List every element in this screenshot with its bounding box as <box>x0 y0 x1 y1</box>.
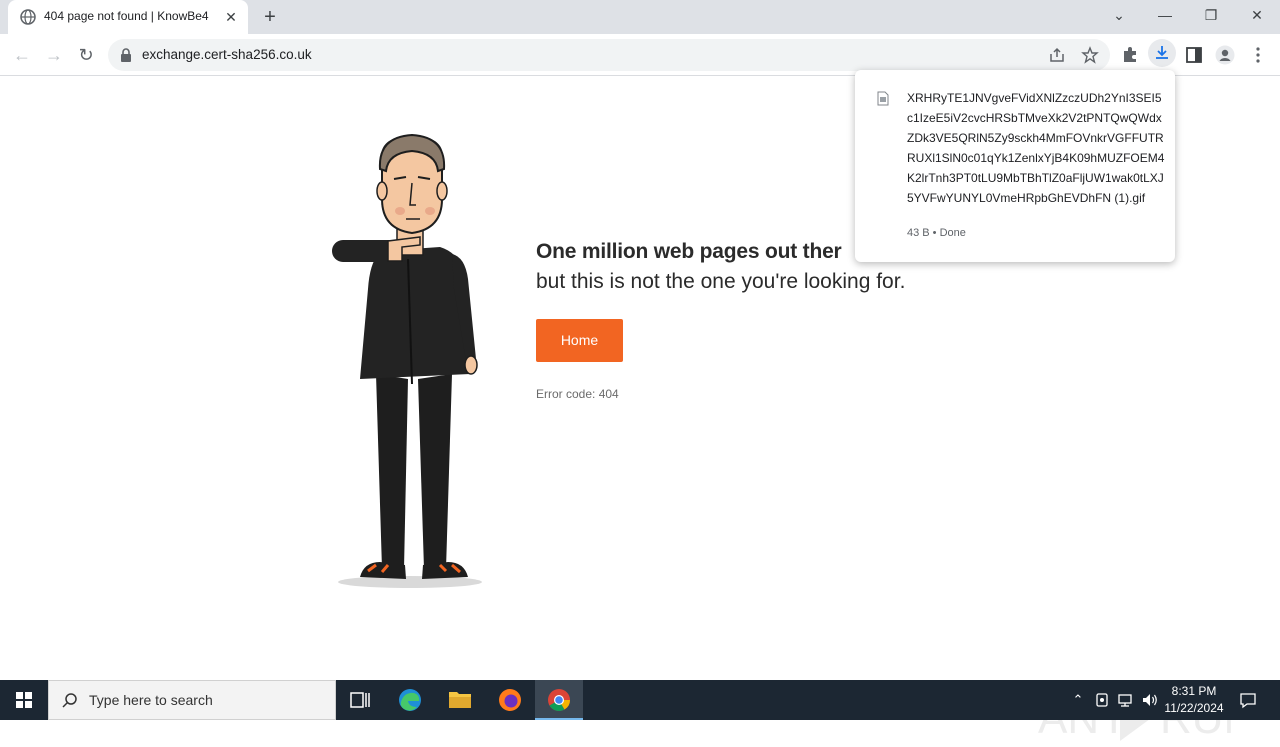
taskbar-clock[interactable]: 8:31 PM 11/22/2024 <box>1158 683 1230 717</box>
tab-title: 404 page not found | KnowBe4 <box>44 9 209 23</box>
tab-strip: 404 page not found | KnowBe4 ✕ + ⌄ — ❐ ✕ <box>0 0 1280 34</box>
file-explorer-icon[interactable] <box>436 680 484 720</box>
page-headline: One million web pages out ther <box>536 240 842 263</box>
tray-device-icon[interactable] <box>1092 690 1112 710</box>
forward-button[interactable]: → <box>42 43 66 67</box>
menu-kebab-icon[interactable] <box>1248 45 1268 65</box>
search-placeholder: Type here to search <box>89 692 213 708</box>
tray-chevron-up-icon[interactable]: ⌃ <box>1068 690 1088 710</box>
edge-browser-icon[interactable] <box>386 680 434 720</box>
share-icon[interactable] <box>1048 46 1066 64</box>
search-icon <box>62 693 77 708</box>
close-window-button[interactable]: ✕ <box>1234 0 1280 30</box>
back-button[interactable]: ← <box>10 43 34 67</box>
extensions-puzzle-icon[interactable] <box>1120 45 1140 65</box>
restore-button[interactable]: ❐ <box>1188 0 1234 30</box>
task-view-icon[interactable] <box>336 680 384 720</box>
clock-time: 8:31 PM <box>1171 684 1217 698</box>
download-bubble: XRHRyTE1JNVgveFVidXNlZzczUDh2YnI3SEI5c1I… <box>855 70 1175 262</box>
pointing-man-illustration <box>332 133 482 588</box>
notifications-icon[interactable] <box>1238 690 1258 710</box>
windows-taskbar: Type here to search ⌃ 8:31 PM 11/22/2024 <box>0 680 1280 720</box>
clock-date: 11/22/2024 <box>1164 701 1224 715</box>
download-icon <box>1156 46 1168 59</box>
firefox-icon[interactable] <box>486 680 534 720</box>
lock-icon[interactable] <box>120 48 132 62</box>
side-panel-icon[interactable] <box>1184 45 1204 65</box>
download-status: 43 B • Done <box>907 227 966 239</box>
download-filename[interactable]: XRHRyTE1JNVgveFVidXNlZzczUDh2YnI3SEI5c1I… <box>907 88 1165 208</box>
bookmark-star-icon[interactable] <box>1081 46 1099 64</box>
volume-icon[interactable] <box>1140 690 1160 710</box>
reload-button[interactable]: ↻ <box>74 43 98 67</box>
browser-tab[interactable]: 404 page not found | KnowBe4 ✕ <box>8 0 248 34</box>
file-icon <box>877 91 889 106</box>
taskbar-search-input[interactable]: Type here to search <box>48 680 336 720</box>
address-bar[interactable]: exchange.cert-sha256.co.uk <box>108 39 1110 71</box>
home-button[interactable]: Home <box>536 319 623 362</box>
tab-search-dropdown-icon[interactable]: ⌄ <box>1096 0 1142 30</box>
downloads-button[interactable] <box>1148 39 1176 67</box>
minimize-button[interactable]: — <box>1142 0 1188 30</box>
error-code: Error code: 404 <box>536 387 619 401</box>
network-icon[interactable] <box>1116 690 1136 710</box>
page-subline: but this is not the one you're looking f… <box>536 270 906 293</box>
globe-favicon-icon <box>20 9 36 25</box>
windows-start-icon[interactable] <box>0 680 48 720</box>
tab-close-icon[interactable]: ✕ <box>222 8 240 26</box>
new-tab-button[interactable]: + <box>258 6 282 30</box>
chrome-taskbar-button[interactable] <box>535 680 583 720</box>
url-text[interactable]: exchange.cert-sha256.co.uk <box>142 47 312 62</box>
profile-avatar-icon[interactable] <box>1215 45 1235 65</box>
chrome-icon <box>548 689 570 711</box>
